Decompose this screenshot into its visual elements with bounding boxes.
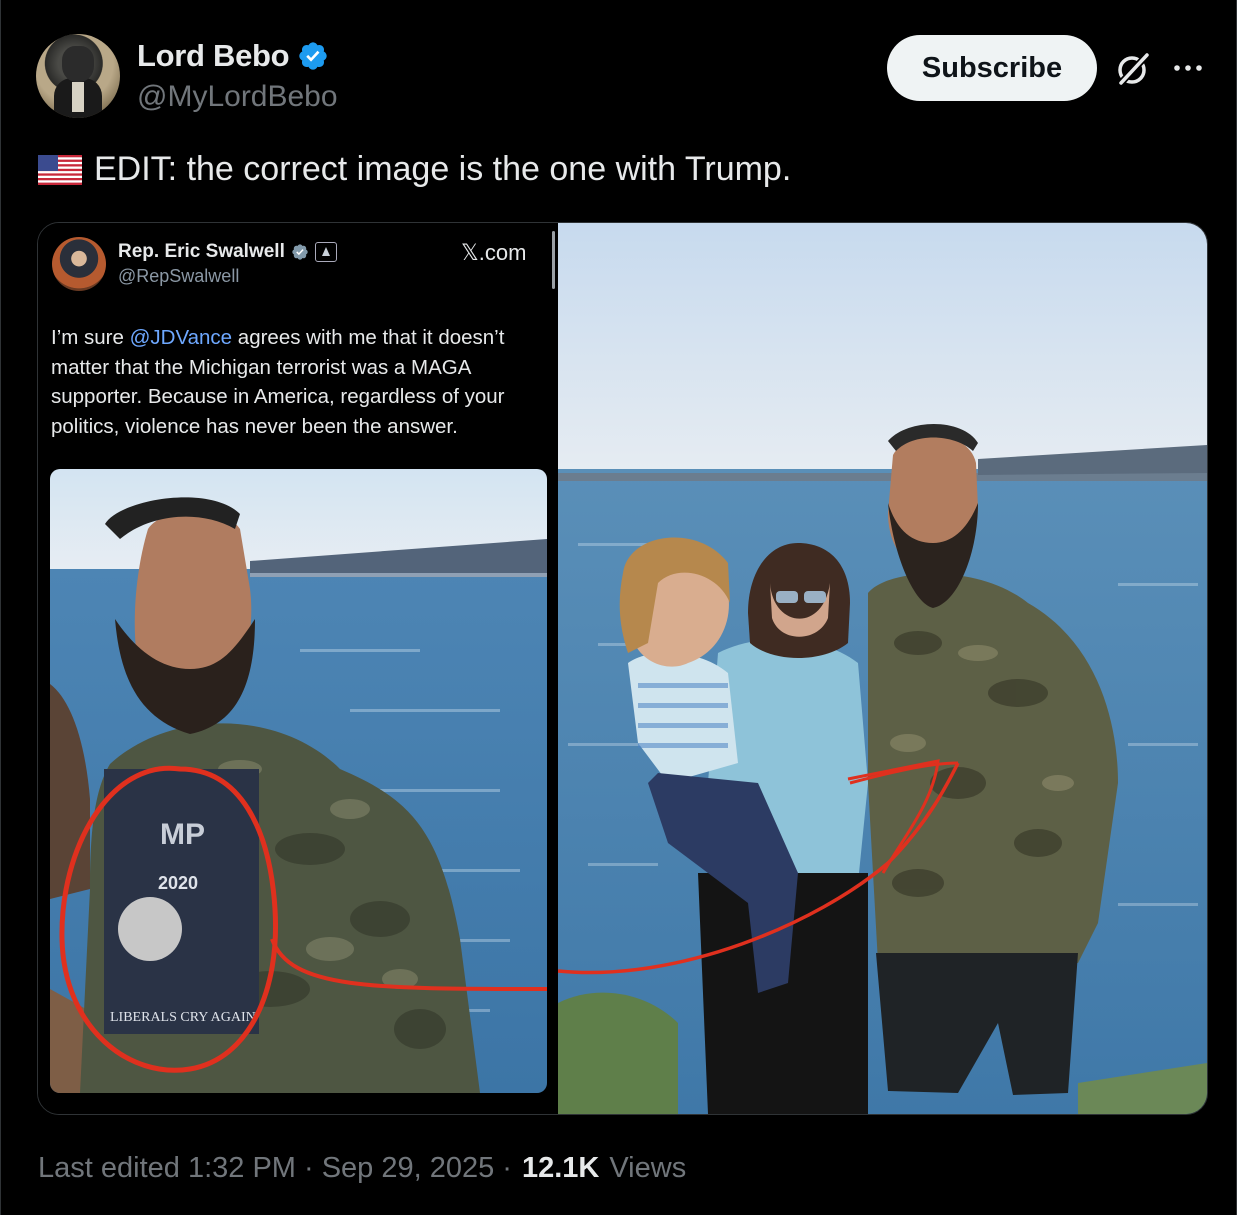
us-flag-icon [38, 154, 82, 185]
embedded-post-name: Rep. Eric Swalwell [118, 241, 285, 262]
views-count: 12.1K [521, 1152, 600, 1184]
author-name-row: Lord Bebo [137, 38, 329, 74]
author-avatar[interactable] [36, 34, 120, 118]
svg-text:MP: MP [160, 818, 205, 851]
tweet-media[interactable]: Rep. Eric Swalwell @RepSwalwell 𝕏.com I’… [37, 222, 1208, 1115]
family-photo [558, 223, 1207, 1114]
embedded-post-scrollbar [552, 231, 555, 289]
family-photo-illustration [558, 223, 1207, 1114]
government-label-icon [314, 242, 337, 262]
shirt-print-text: LIBERALS CRY AGAIN [110, 1010, 256, 1025]
shirt-print-number: 2020 [158, 873, 198, 893]
tweet-metadata: Last edited 1:32 PM · Sep 29, 2025 · 12.… [38, 1152, 686, 1185]
more-options-icon[interactable] [1170, 56, 1206, 80]
tweet-text-row: EDIT: the correct image is the one with … [38, 150, 791, 189]
embedded-photo-closeup: MP 2020 LIBERALS CRY AGAIN [50, 469, 547, 1093]
gray-verified-badge-icon [292, 244, 308, 260]
embedded-text-part: I’m sure [51, 326, 130, 349]
edited-timestamp[interactable]: Last edited 1:32 PM · Sep 29, 2025 · [38, 1152, 512, 1185]
closeup-photo-illustration: MP 2020 LIBERALS CRY AGAIN [50, 469, 547, 1093]
embedded-post-name-row: Rep. Eric Swalwell [118, 241, 337, 263]
mention-link: @JDVance [129, 326, 233, 349]
embedded-post-avatar [52, 237, 106, 291]
grok-icon[interactable] [1112, 48, 1154, 90]
frame-left-border [0, 0, 1, 1215]
verified-badge-icon[interactable] [297, 40, 329, 72]
author-handle[interactable]: @MyLordBebo [137, 80, 338, 114]
subscribe-button[interactable]: Subscribe [887, 35, 1097, 101]
embedded-post-handle: @RepSwalwell [118, 266, 240, 286]
tweet-body-text: EDIT: the correct image is the one with … [94, 150, 792, 188]
author-display-name[interactable]: Lord Bebo [137, 38, 290, 74]
embedded-post-text: I’m sure @JDVance agrees with me that it… [51, 323, 547, 441]
embedded-post-site-label: 𝕏.com [461, 240, 527, 265]
views-label: Views [609, 1152, 687, 1184]
embedded-post-screenshot: Rep. Eric Swalwell @RepSwalwell 𝕏.com I’… [38, 223, 556, 1114]
